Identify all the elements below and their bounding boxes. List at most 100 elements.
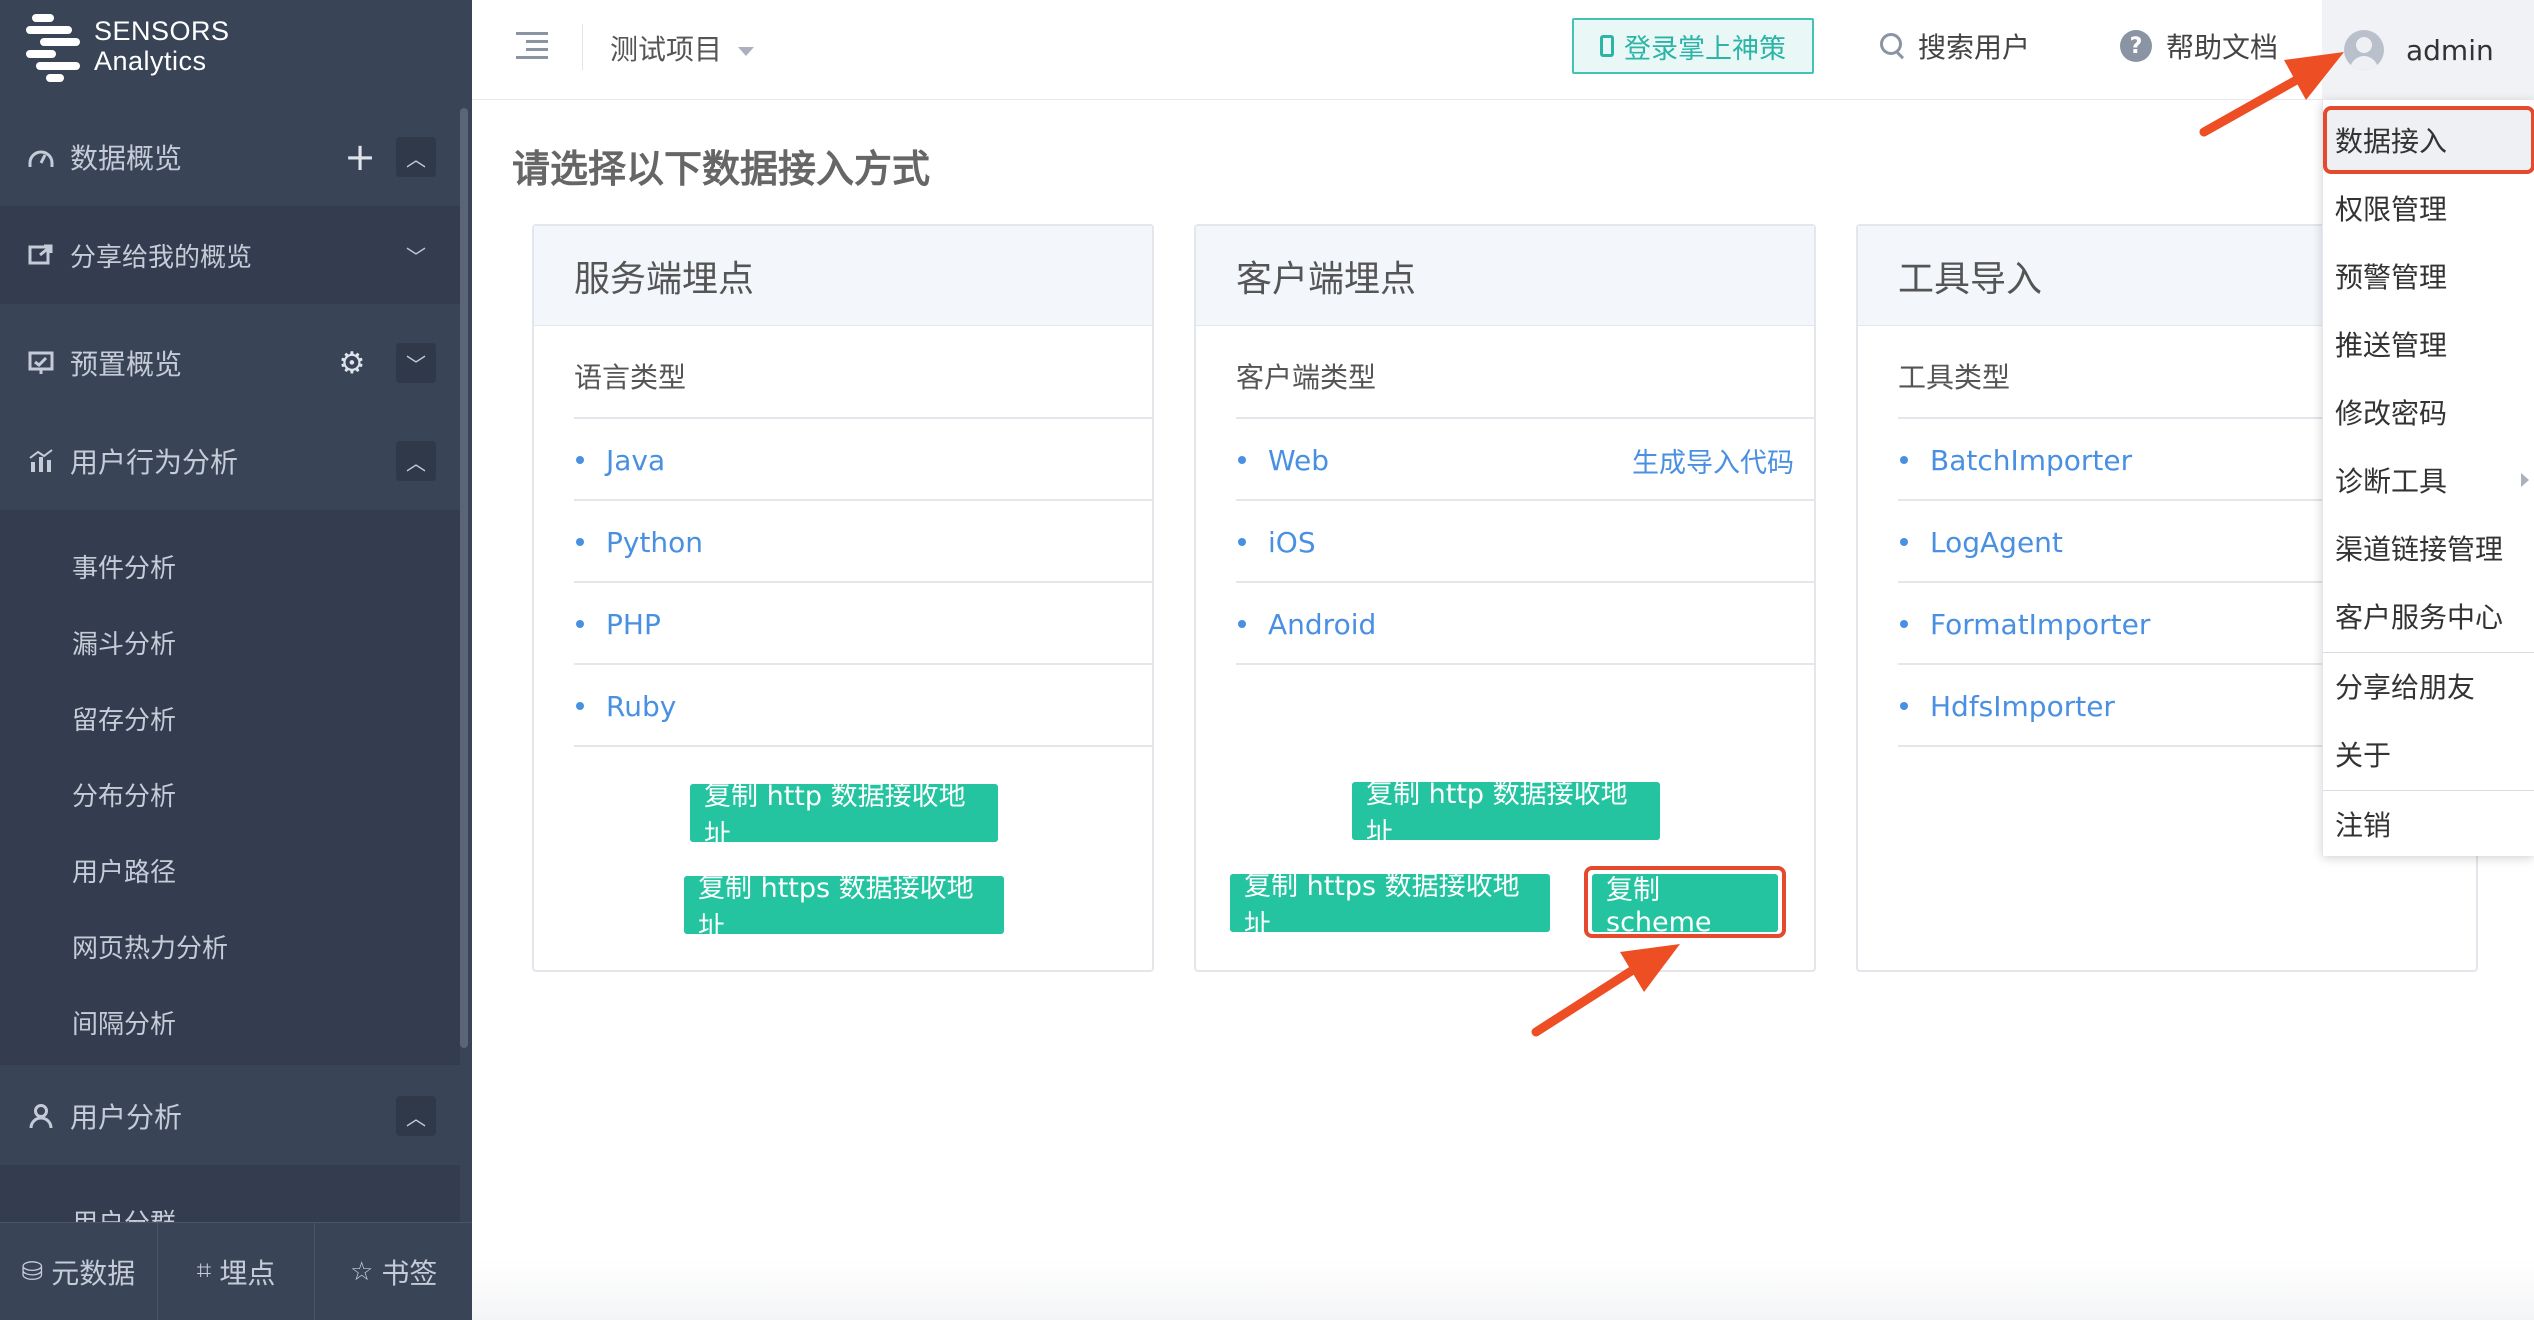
- metadata-label: 元数据: [51, 1256, 136, 1290]
- sidebar-item-user-analysis[interactable]: 用户分析 ︿: [0, 1067, 460, 1165]
- menu-item-diagnostic-tools[interactable]: 诊断工具: [2323, 446, 2534, 514]
- logo-text: SENSORS Analytics: [94, 16, 230, 76]
- list-item-android[interactable]: Android: [1236, 583, 1794, 665]
- topbar: 测试项目 登录掌上神策 搜索用户 ? 帮助文档 admin: [472, 0, 2534, 100]
- help-docs-label: 帮助文档: [2166, 31, 2279, 64]
- chevron-up-icon[interactable]: ︿: [396, 137, 436, 177]
- page-title: 请选择以下数据接入方式: [512, 147, 931, 191]
- user-dropdown-menu: 数据接入 权限管理 预警管理 推送管理 修改密码 诊断工具 渠道链接管理 客户服…: [2322, 100, 2534, 856]
- server-tracking-card: 服务端埋点 语言类型 Java Python PHP Ruby 复制 http …: [532, 224, 1154, 972]
- bullet-icon: [576, 702, 584, 710]
- chevron-up-icon[interactable]: ︿: [396, 441, 436, 481]
- menu-item-label: 诊断工具: [2335, 465, 2448, 498]
- bookmark-button[interactable]: ☆ 书签: [315, 1223, 472, 1320]
- sidebar-scrollbar[interactable]: [460, 108, 468, 1048]
- menu-item-customer-service[interactable]: 客户服务中心: [2323, 582, 2534, 650]
- copy-http-address-button[interactable]: 复制 http 数据接收地址: [690, 781, 998, 851]
- metadata-button[interactable]: ⛁ 元数据: [0, 1223, 158, 1320]
- database-icon: ⛁: [21, 1256, 44, 1287]
- menu-collapse-icon[interactable]: [516, 32, 548, 60]
- bullet-icon: [1238, 538, 1246, 546]
- copy-https-address-button[interactable]: 复制 https 数据接收地址: [684, 873, 1004, 943]
- sidebar-item-retention-analysis[interactable]: 留存分析: [72, 700, 176, 737]
- card-subtitle: 客户端类型: [1236, 361, 1377, 394]
- sidebar-item-shared-overview[interactable]: 分享给我的概览 ﹀: [0, 206, 460, 304]
- chevron-down-icon[interactable]: ﹀: [396, 235, 436, 275]
- menu-item-about[interactable]: 关于: [2323, 720, 2534, 788]
- login-mobile-label: 登录掌上神策: [1624, 33, 1786, 65]
- chevron-down-icon[interactable]: ﹀: [396, 343, 436, 383]
- list-item-ios[interactable]: iOS: [1236, 501, 1794, 583]
- logo-mark-icon: [26, 14, 82, 82]
- add-overview-button[interactable]: +: [340, 135, 380, 179]
- card-subtitle: 工具类型: [1898, 361, 2011, 394]
- sidebar-item-heatmap-analysis[interactable]: 网页热力分析: [72, 928, 228, 965]
- menu-item-change-password[interactable]: 修改密码: [2323, 378, 2534, 446]
- list-item-java[interactable]: Java: [574, 419, 1132, 501]
- search-icon: [1880, 33, 1906, 59]
- tracking-button[interactable]: ⌗ 埋点: [158, 1223, 316, 1320]
- behavior-submenu: 事件分析 漏斗分析 留存分析 分布分析 用户路径 网页热力分析 间隔分析: [0, 510, 460, 1065]
- list-item-label: Android: [1268, 607, 1377, 641]
- sidebar-bottom-bar: ⛁ 元数据 ⌗ 埋点 ☆ 书签: [0, 1222, 472, 1320]
- client-tracking-card: 客户端埋点 客户端类型 Web 生成导入代码 iOS Android 复制 htt…: [1194, 224, 1816, 972]
- sidebar-item-user-segment[interactable]: 用户分群: [72, 1203, 176, 1222]
- list-item-web[interactable]: Web 生成导入代码: [1236, 419, 1794, 501]
- sidebar-item-event-analysis[interactable]: 事件分析: [72, 548, 176, 585]
- bar-chart-icon: [26, 446, 56, 476]
- bullet-icon: [576, 620, 584, 628]
- star-icon: ☆: [350, 1256, 374, 1287]
- card-title: 服务端埋点: [534, 226, 1152, 326]
- bullet-icon: [1900, 620, 1908, 628]
- menu-item-permission[interactable]: 权限管理: [2323, 174, 2534, 242]
- list-item-label: LogAgent: [1930, 525, 2063, 559]
- preset-board-icon: [26, 348, 56, 378]
- list-item-php[interactable]: PHP: [574, 583, 1132, 665]
- bookmark-label: 书签: [381, 1256, 438, 1290]
- divider: [1236, 663, 1814, 665]
- project-selector[interactable]: 测试项目: [610, 28, 755, 68]
- user-menu-trigger[interactable]: admin: [2322, 0, 2534, 100]
- copy-https-address-button[interactable]: 复制 https 数据接收地址: [1230, 871, 1550, 941]
- gear-icon[interactable]: ⚙: [332, 343, 372, 383]
- sidebar: SENSORS Analytics 数据概览 + ︿ 分享给我的概览 ﹀ 预置概…: [0, 0, 472, 1320]
- menu-item-share-friend[interactable]: 分享给朋友: [2323, 652, 2534, 720]
- list-item-label: BatchImporter: [1930, 443, 2133, 477]
- avatar: [2344, 30, 2384, 70]
- list-item-ruby[interactable]: Ruby: [574, 665, 1132, 747]
- sensors-analytics-logo[interactable]: SENSORS Analytics: [26, 12, 326, 82]
- copy-http-address-button[interactable]: 复制 http 数据接收地址: [1352, 779, 1660, 849]
- sidebar-item-distribution-analysis[interactable]: 分布分析: [72, 776, 176, 813]
- sidebar-item-preset-overview[interactable]: 预置概览 ⚙ ﹀: [0, 314, 460, 412]
- list-item-python[interactable]: Python: [574, 501, 1132, 583]
- menu-item-logout[interactable]: 注销: [2323, 790, 2534, 858]
- username: admin: [2406, 33, 2494, 67]
- sidebar-item-interval-analysis[interactable]: 间隔分析: [72, 1004, 176, 1041]
- sidebar-item-overview[interactable]: 数据概览 + ︿: [0, 108, 460, 206]
- help-docs-link[interactable]: ? 帮助文档: [2120, 26, 2278, 66]
- copy-scheme-button[interactable]: 复制 scheme: [1592, 874, 1778, 938]
- divider: [574, 745, 1152, 747]
- login-mobile-button[interactable]: 登录掌上神策: [1572, 18, 1814, 74]
- menu-item-alerts[interactable]: 预警管理: [2323, 242, 2534, 310]
- menu-item-channel-links[interactable]: 渠道链接管理: [2323, 514, 2534, 582]
- card-title: 客户端埋点: [1196, 226, 1814, 326]
- logo-line1: SENSORS: [94, 16, 230, 46]
- chevron-up-icon[interactable]: ︿: [396, 1096, 436, 1136]
- menu-item-data-access[interactable]: 数据接入: [2323, 106, 2534, 174]
- list-item-label: Web: [1268, 443, 1330, 477]
- sidebar-item-funnel-analysis[interactable]: 漏斗分析: [72, 624, 176, 661]
- tracking-label: 埋点: [219, 1256, 276, 1290]
- bullet-icon: [576, 538, 584, 546]
- generate-import-code-link[interactable]: 生成导入代码: [1632, 441, 1794, 480]
- page-footer-shade: [472, 1260, 2534, 1320]
- caret-right-icon: [2521, 473, 2529, 487]
- project-name: 测试项目: [610, 33, 723, 66]
- list-item-label: Python: [606, 525, 704, 559]
- sidebar-item-behavior-analysis[interactable]: 用户行为分析 ︿: [0, 412, 460, 510]
- menu-item-push[interactable]: 推送管理: [2323, 310, 2534, 378]
- crop-icon: ⌗: [196, 1256, 212, 1286]
- sidebar-item-user-path[interactable]: 用户路径: [72, 852, 176, 889]
- search-user-link[interactable]: 搜索用户: [1880, 26, 2030, 66]
- list-item-label: PHP: [606, 607, 661, 641]
